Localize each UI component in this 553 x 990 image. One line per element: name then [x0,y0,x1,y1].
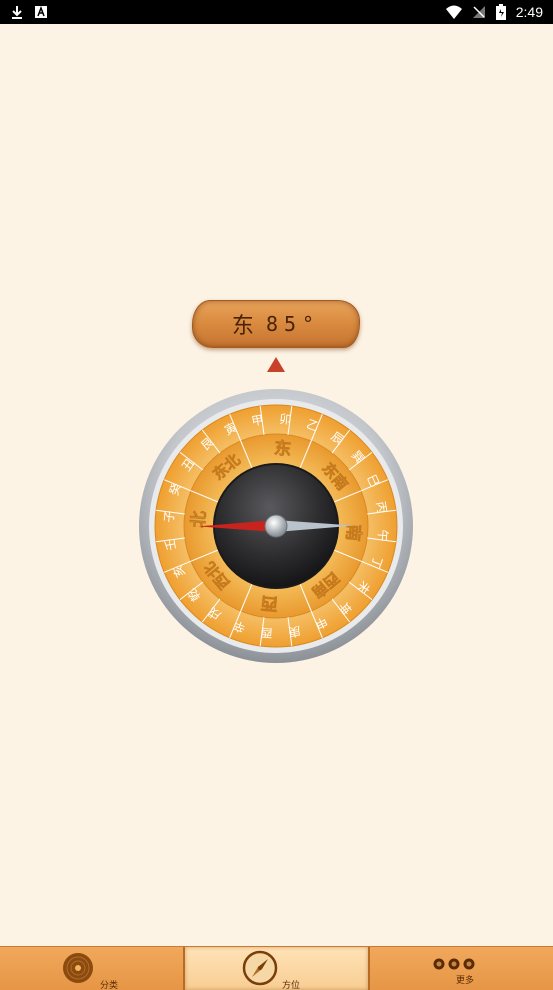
download-icon [10,5,24,19]
outer-ring-label: 午 [375,529,390,542]
outer-ring-label: 甲 [250,413,264,429]
outer-ring-label: 子 [162,510,177,523]
nav-item-direction[interactable]: 方位 [183,947,370,990]
nav-item-category[interactable]: 分类 [0,947,183,990]
app-notification-icon [34,5,48,19]
status-left [10,5,48,19]
nav-label-direction: 方位 [282,981,301,990]
outer-ring-label: 酉 [260,625,273,640]
nav-label-more: 更多 [456,976,475,986]
heading-display: 东 85° [192,300,360,348]
nav-item-more[interactable]: 更多 [370,947,553,990]
heading-degrees: 85° [265,312,321,336]
compass-dial: 甲卯乙辰巽巳丙午丁未坤申庚酉辛戌乾亥壬子癸丑艮寅 东东南南西南西西北北东北 [138,388,414,664]
dots-icon [433,958,475,970]
bottom-nav: 分类 方位 更多 [0,946,553,990]
outer-ring-label: 丙 [373,500,389,514]
cardinal-label: 东 [273,438,292,460]
heading-pointer-icon [267,357,285,372]
compass-icon [242,950,278,986]
nav-label-category: 分类 [100,981,119,990]
needle-hub [264,514,288,538]
record-disc-icon [63,953,93,983]
status-right: 2:49 [445,4,543,20]
no-signal-icon [472,5,486,19]
clock: 2:49 [515,4,543,20]
outer-ring-label: 庚 [287,623,301,640]
wifi-icon [445,5,462,19]
compass-svg: 甲卯乙辰巽巳丙午丁未坤申庚酉辛戌乾亥壬子癸丑艮寅 东东南南西南西西北北东北 [139,389,413,663]
battery-icon [495,4,506,20]
outer-ring-label: 卯 [279,412,292,427]
cardinal-label: 西 [260,592,279,613]
outer-ring-label: 壬 [163,537,179,551]
heading-direction: 东 [231,314,254,339]
status-bar: 2:49 [0,0,553,24]
